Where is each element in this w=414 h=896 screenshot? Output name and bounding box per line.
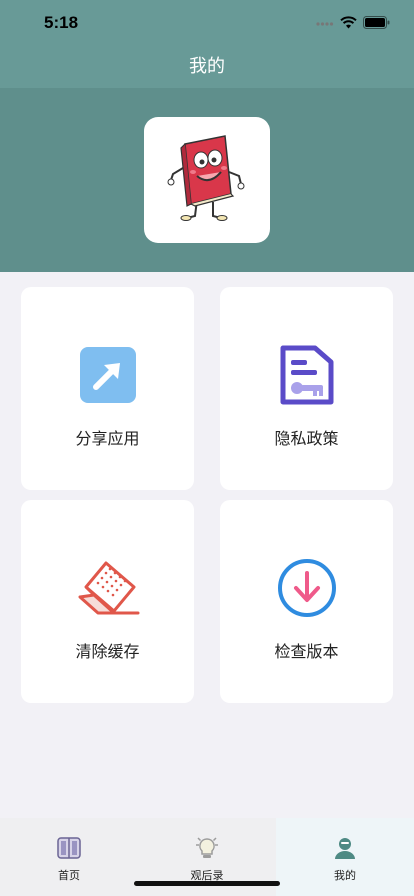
check-version-label: 检查版本	[274, 642, 339, 661]
check-version-card[interactable]: 检查版本	[220, 500, 393, 703]
status-bar: 5:18	[0, 0, 414, 46]
book-mascot-icon	[167, 132, 247, 228]
share-app-label: 分享应用	[75, 429, 140, 448]
page-title: 我的	[189, 56, 225, 77]
share-arrow-icon	[76, 343, 140, 407]
user-icon	[332, 836, 358, 864]
battery-icon	[363, 14, 390, 33]
nav-bar: 我的	[0, 46, 414, 88]
status-icons	[316, 14, 390, 33]
book-icon	[56, 836, 82, 864]
home-indicator[interactable]	[134, 881, 280, 886]
avatar[interactable]	[144, 117, 270, 243]
lightbulb-icon	[194, 836, 220, 864]
download-circle-icon	[275, 556, 339, 620]
signal-icon	[316, 14, 334, 33]
tab-home[interactable]: 首页	[0, 818, 138, 896]
status-time: 5:18	[44, 13, 79, 32]
wifi-icon	[340, 14, 357, 33]
tab-mine[interactable]: 我的	[276, 818, 414, 896]
privacy-policy-label: 隐私政策	[274, 429, 339, 448]
tab-mine-label: 我的	[334, 869, 356, 882]
privacy-policy-card[interactable]: 隐私政策	[220, 287, 393, 490]
profile-header	[0, 88, 414, 272]
tab-home-label: 首页	[58, 869, 80, 882]
clear-cache-label: 清除缓存	[75, 642, 140, 661]
share-app-card[interactable]: 分享应用	[21, 287, 194, 490]
eraser-icon	[76, 556, 140, 620]
document-key-icon	[275, 343, 339, 407]
clear-cache-card[interactable]: 清除缓存	[21, 500, 194, 703]
